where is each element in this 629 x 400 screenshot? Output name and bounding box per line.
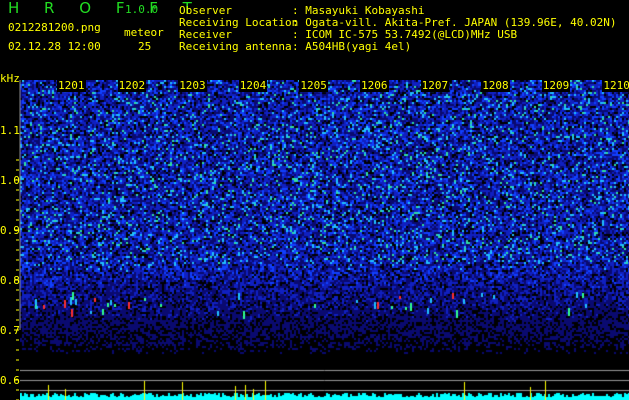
file-name: 0212281200.png [8, 21, 101, 34]
time-label: 1210 [602, 79, 629, 92]
time-label: 1207 [420, 79, 450, 92]
freq-label: 0.9 [0, 224, 20, 237]
axis-unit: kHz [0, 72, 20, 85]
time-label: 1209 [541, 79, 571, 92]
time-label: 1203 [178, 79, 207, 92]
info-key: Receiving antenna [179, 40, 292, 53]
app-title: H R O F F T [8, 0, 202, 17]
meteor-count: 25 [138, 40, 152, 53]
app-version: 1.0.0 [125, 3, 159, 16]
time-label: 1205 [299, 79, 328, 92]
frequency-axis [14, 80, 626, 400]
time-label: 1201 [57, 79, 86, 92]
freq-label: 0.7 [0, 324, 20, 337]
info-value: A504HB(yagi 4el) [305, 40, 412, 53]
meteor-label: meteor [124, 26, 164, 39]
datetime: 02.12.28 12:00 [8, 40, 101, 53]
time-label: 1208 [481, 79, 510, 92]
time-label: 1206 [360, 79, 389, 92]
time-label: 1202 [117, 79, 147, 92]
time-label: 1204 [238, 79, 268, 92]
freq-label: 1.1 [0, 124, 20, 137]
freq-label: 0.8 [0, 274, 20, 287]
freq-label: 1.0 [0, 174, 20, 187]
freq-label: 0.6 [0, 374, 20, 387]
